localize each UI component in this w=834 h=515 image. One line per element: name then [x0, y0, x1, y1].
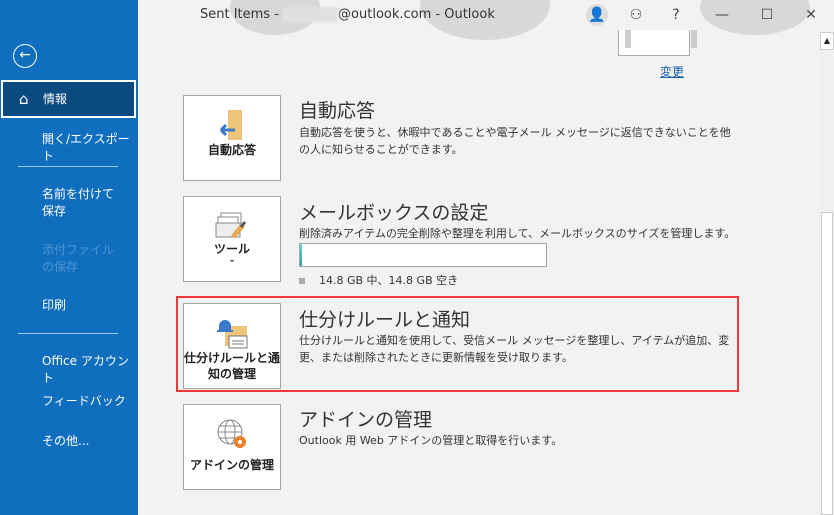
nav-save-attachments: 添付ファイルの保存 [42, 243, 115, 274]
section-description: 自動応答を使うと、休暇中であることや電子メール メッセージに返信できないことを他… [299, 126, 731, 156]
door-arrow-icon [184, 108, 280, 142]
tools-button[interactable]: ツール ⌄ [183, 196, 281, 282]
divider [18, 333, 118, 334]
nav-open-export[interactable]: 開く/エクスポート [0, 131, 138, 165]
rules-bell-folder-icon [184, 316, 280, 350]
mailbox-cleanup-icon [184, 209, 280, 243]
nav-info[interactable]: ⌂ 情報 [1, 80, 136, 118]
change-photo-link[interactable]: 変更 [660, 63, 684, 80]
quota-fill [300, 244, 303, 266]
legend-square-icon [299, 278, 305, 284]
section-title: アドインの管理 [299, 409, 433, 431]
maximize-button[interactable]: ☐ [756, 4, 778, 26]
backstage-sidebar: ← ⌂ 情報 開く/エクスポート 名前を付けて保存 添付ファイルの保存 印刷 Of… [0, 0, 138, 515]
mailbox-quota-bar [299, 243, 547, 267]
manage-addins-button[interactable]: アドインの管理 [183, 404, 281, 490]
scroll-thumb[interactable] [821, 212, 833, 515]
nav-office-account[interactable]: Office アカウント [0, 353, 138, 387]
nav-print[interactable]: 印刷 [0, 297, 138, 314]
nav-more[interactable]: その他... [0, 433, 138, 450]
window-title: Sent Items - @outlook.com - Outlook [200, 7, 495, 22]
scroll-up-button[interactable]: ▲ [820, 32, 834, 50]
section-description: 削除済みアイテムの完全削除や整理を利用して、メールボックスのサイズを管理します。 [299, 227, 736, 240]
globe-gear-icon [184, 417, 280, 451]
close-button[interactable]: ✕ [800, 4, 822, 26]
divider [18, 166, 118, 167]
section-title: 自動応答 [299, 100, 376, 122]
account-icon[interactable]: 👤 [586, 4, 608, 26]
home-icon: ⌂ [19, 90, 29, 108]
coauthor-icon[interactable]: ⚇ [625, 4, 647, 26]
minimize-button[interactable]: — [711, 4, 733, 26]
button-label: 自動応答 [207, 143, 256, 157]
button-label: 仕分けルールと通知の管理 [184, 351, 281, 381]
section-description: Outlook 用 Web アドインの管理と取得を行います。 [299, 434, 563, 447]
section-description: 仕分けルールと通知を使用して、受信メール メッセージを整理し、アイテムが追加、変… [299, 334, 730, 364]
section-title: メールボックスの設定 [299, 202, 489, 224]
auto-reply-button[interactable]: 自動応答 [183, 95, 281, 181]
help-button[interactable]: ? [665, 4, 687, 26]
redacted-email [283, 7, 339, 22]
vertical-scrollbar[interactable]: ▲ [820, 32, 834, 515]
button-label: アドインの管理 [189, 458, 274, 472]
profile-picture [618, 30, 697, 56]
title-bar: Sent Items - @outlook.com - Outlook 👤 ⚇ … [138, 0, 834, 30]
manage-rules-alerts-button[interactable]: 仕分けルールと通知の管理 [183, 303, 281, 389]
chevron-down-icon: ⌄ [228, 255, 236, 265]
back-arrow-icon[interactable]: ← [13, 44, 37, 68]
quota-text: 14.8 GB 中、14.8 GB 空き [299, 272, 458, 288]
nav-save-as[interactable]: 名前を付けて保存 [0, 186, 120, 220]
section-title: 仕分けルールと通知 [299, 309, 471, 331]
nav-feedback[interactable]: フィードバック [0, 393, 138, 410]
nav-label: 情報 [43, 92, 68, 106]
